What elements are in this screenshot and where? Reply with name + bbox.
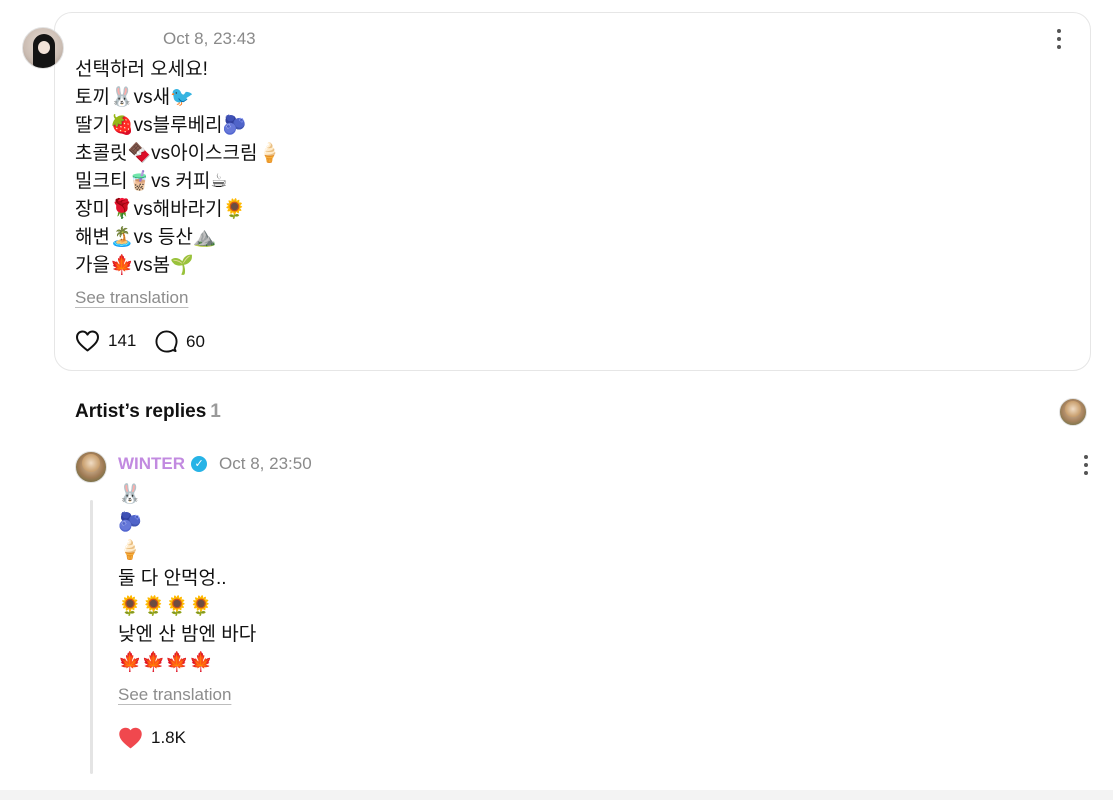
post-text: 선택하러 오세요! 토끼🐰vs새🐦 딸기🍓vs블루베리🫐 초콜릿🍫vs아이스크림… [75, 56, 281, 280]
see-translation-link[interactable]: See translation [118, 685, 231, 705]
artist-replies-heading: Artist’s replies 1 [75, 401, 221, 423]
like-count: 141 [108, 331, 137, 350]
post-line: 가을🍁vs봄🌱 [75, 255, 194, 276]
post-line: 밀크티🧋vs 커피☕ [75, 171, 228, 192]
artist-replies-title: Artist’s replies [75, 401, 207, 422]
reply-header: WINTER ✓ Oct 8, 23:50 [118, 454, 312, 474]
see-translation-link[interactable]: See translation [75, 288, 188, 308]
post-line: 해변🏝️vs 등산⛰️ [75, 227, 217, 248]
reply-count: 60 [186, 331, 205, 351]
reply-author-name[interactable]: WINTER [118, 454, 185, 474]
thread-line [90, 500, 93, 774]
artist-replies-count: 1 [210, 401, 221, 422]
reply-text: 🐰 🫐 🍦 둘 다 안먹엉.. 🌻🌻🌻🌻 낮엔 산 밤엔 바다 🍁🍁🍁🍁 [118, 481, 256, 677]
more-options-icon[interactable] [1056, 29, 1062, 49]
more-options-icon[interactable] [1083, 455, 1089, 475]
heart-outline-icon [75, 330, 100, 352]
reply-author-avatar[interactable] [75, 451, 107, 483]
artist-avatar-small[interactable] [1059, 398, 1087, 426]
post-line: 토끼🐰vs새🐦 [75, 87, 194, 108]
reply-line: 🐰 [118, 484, 142, 505]
reply-line: 🌻🌻🌻🌻 [118, 596, 213, 617]
reply-line: 🫐 [118, 512, 142, 533]
post-line: 딸기🍓vs블루베리🫐 [75, 115, 247, 136]
page: Oct 8, 23:43 선택하러 오세요! 토끼🐰vs새🐦 딸기🍓vs블루베리… [0, 0, 1113, 800]
bottom-divider [0, 790, 1113, 800]
reply-button[interactable]: 60 [155, 330, 205, 353]
reply-like-button[interactable]: 1.8K [118, 727, 186, 749]
reply-line: 둘 다 안먹엉.. [118, 568, 227, 589]
reply-line: 낮엔 산 밤엔 바다 [118, 624, 257, 645]
reply-timestamp: Oct 8, 23:50 [219, 454, 312, 473]
heart-filled-icon [118, 727, 143, 749]
post-line: 장미🌹vs해바라기🌻 [75, 199, 247, 220]
post-timestamp: Oct 8, 23:43 [163, 29, 256, 48]
reply-line: 🍦 [118, 540, 142, 561]
comment-bubble-icon [155, 330, 178, 353]
verified-badge-icon: ✓ [191, 456, 208, 472]
post-author-avatar[interactable] [22, 27, 64, 69]
like-button[interactable]: 141 [75, 330, 136, 352]
reply-line: 🍁🍁🍁🍁 [118, 652, 213, 673]
post-line: 선택하러 오세요! [75, 59, 208, 80]
post-line: 초콜릿🍫vs아이스크림🍦 [75, 143, 282, 164]
reply-like-count: 1.8K [151, 728, 186, 747]
